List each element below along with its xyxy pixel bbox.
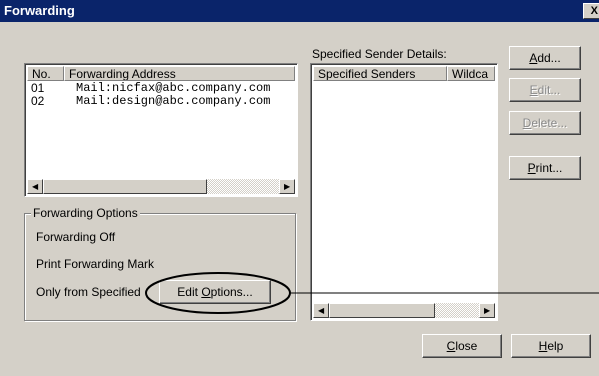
scroll-left-button[interactable]: ◀	[27, 179, 43, 194]
column-header-wildcard[interactable]: Wildca	[447, 66, 495, 81]
delete-button[interactable]: Delete...	[509, 111, 581, 135]
list-item[interactable]: 02 Mail:design@abc.company.com	[31, 95, 293, 108]
scroll-right-button[interactable]: ▶	[279, 179, 295, 194]
forwarding-options-legend: Forwarding Options	[31, 205, 140, 221]
forwarding-address: Mail:design@abc.company.com	[76, 94, 271, 108]
arrow-right-icon: ▶	[284, 182, 291, 191]
scroll-right-button[interactable]: ▶	[479, 303, 495, 318]
arrow-left-icon: ◀	[32, 182, 39, 191]
column-header-forwarding-address[interactable]: Forwarding Address	[64, 66, 295, 81]
column-header-specified-senders[interactable]: Specified Senders	[313, 66, 447, 81]
title-bar: Forwarding	[0, 0, 599, 22]
help-button[interactable]: Help	[511, 334, 591, 358]
forwarding-address-list[interactable]: No. Forwarding Address 01 Mail:nicfax@ab…	[24, 63, 298, 197]
horizontal-scrollbar[interactable]: ◀ ▶	[313, 303, 495, 318]
specified-senders-list[interactable]: Specified Senders Wildca ◀ ▶	[310, 63, 498, 321]
close-icon: X	[590, 5, 598, 17]
row-number: 02	[31, 94, 45, 108]
close-window-button[interactable]: X	[583, 3, 599, 19]
edit-options-button[interactable]: Edit Options...	[159, 280, 271, 304]
edit-button[interactable]: Edit...	[509, 78, 581, 102]
scroll-left-button[interactable]: ◀	[313, 303, 329, 318]
close-button[interactable]: Close	[422, 334, 502, 358]
option-forwarding-off: Forwarding Off	[36, 230, 116, 244]
arrow-right-icon: ▶	[484, 306, 491, 315]
window-title: Forwarding	[4, 3, 75, 18]
specified-sender-label: Specified Sender Details:	[312, 47, 447, 61]
scroll-thumb[interactable]	[43, 179, 207, 194]
arrow-left-icon: ◀	[318, 306, 325, 315]
option-only-from-specified: Only from Specified	[36, 285, 141, 299]
horizontal-scrollbar[interactable]: ◀ ▶	[27, 179, 295, 194]
scroll-thumb[interactable]	[329, 303, 435, 318]
print-button[interactable]: Print...	[509, 156, 581, 180]
column-header-no[interactable]: No.	[27, 66, 64, 81]
option-print-forwarding-mark: Print Forwarding Mark	[36, 257, 155, 271]
add-button[interactable]: Add...	[509, 46, 581, 70]
